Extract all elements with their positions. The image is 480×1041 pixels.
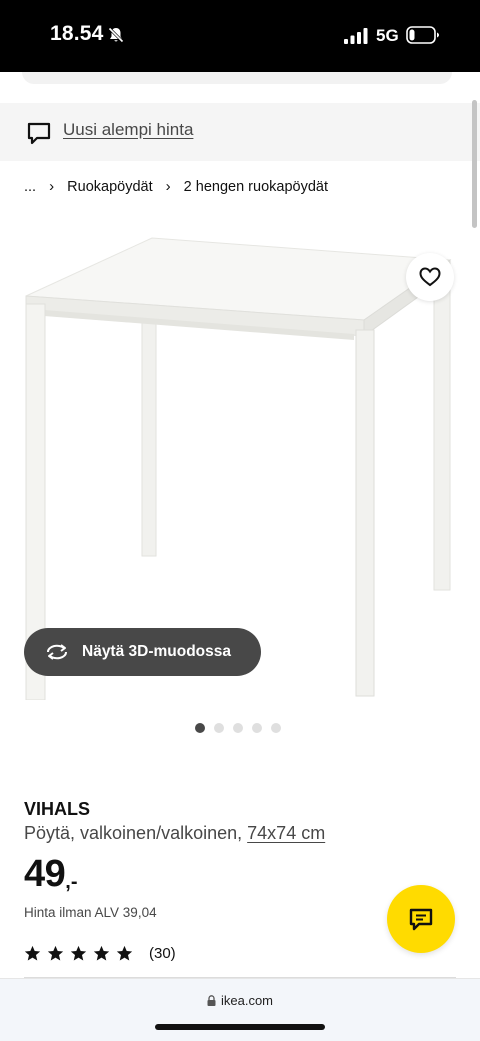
view-in-3d-label: Näytä 3D-muodossa [82,643,232,660]
breadcrumb-ellipsis[interactable]: ... [24,179,36,195]
carousel-dot[interactable] [195,723,205,733]
lock-icon [207,995,216,1006]
product-name: VIHALS [24,799,91,819]
price-without-vat: Hinta ilman ALV 39,04 [24,905,157,920]
product-price: 49,- [24,853,78,897]
product-description: Pöytä, valkoinen/valkoinen, 74x74 cm [24,823,325,844]
status-bar: 18.54 5G [0,0,480,72]
star-icon [70,945,87,960]
product-description-text: Pöytä, valkoinen/valkoinen, [24,823,243,843]
star-icon [24,945,41,960]
browser-address-bar[interactable]: ikea.com [0,993,480,1008]
star-icon [93,945,110,960]
rating-count: (30) [149,944,176,962]
product-size-link[interactable]: 74x74 cm [247,823,325,843]
chat-button[interactable] [387,885,455,953]
signal-icon [344,28,368,44]
rotate-3d-icon [47,644,67,660]
heart-icon [419,267,441,287]
breadcrumb-dining-tables[interactable]: Ruokapöydät [67,179,152,195]
home-indicator[interactable] [155,1024,325,1030]
image-carousel-dots [195,723,281,733]
view-in-3d-button[interactable]: Näytä 3D-muodossa [24,628,261,676]
wishlist-button[interactable] [406,253,454,301]
price-integer: 49 [24,853,66,895]
product-rating[interactable]: (30) [24,942,176,964]
page-scrollbar[interactable] [472,100,477,228]
carousel-dot[interactable] [214,723,224,733]
chevron-right-icon: › [49,178,55,195]
price-decimal: ,- [65,871,78,893]
new-lower-price-link[interactable]: Uusi alempi hinta [63,120,193,140]
breadcrumb: ... › Ruokapöydät › 2 hengen ruokapöydät [24,178,328,198]
carousel-dot[interactable] [271,723,281,733]
breadcrumb-two-seat-tables[interactable]: 2 hengen ruokapöydät [184,179,328,195]
bell-slash-icon [108,27,124,43]
star-icon [116,945,133,960]
carousel-dot[interactable] [233,723,243,733]
chat-icon [409,908,433,931]
browser-url: ikea.com [220,993,274,1008]
star-icon [47,945,64,960]
browser-toolbar [0,978,480,1041]
battery-icon [406,26,439,44]
chat-bubble-icon [27,122,51,145]
carousel-dot[interactable] [252,723,262,733]
status-time: 18.54 [50,22,104,45]
network-label: 5G [376,26,399,45]
chevron-right-icon: › [165,178,171,195]
header-search-bar[interactable] [22,72,452,84]
